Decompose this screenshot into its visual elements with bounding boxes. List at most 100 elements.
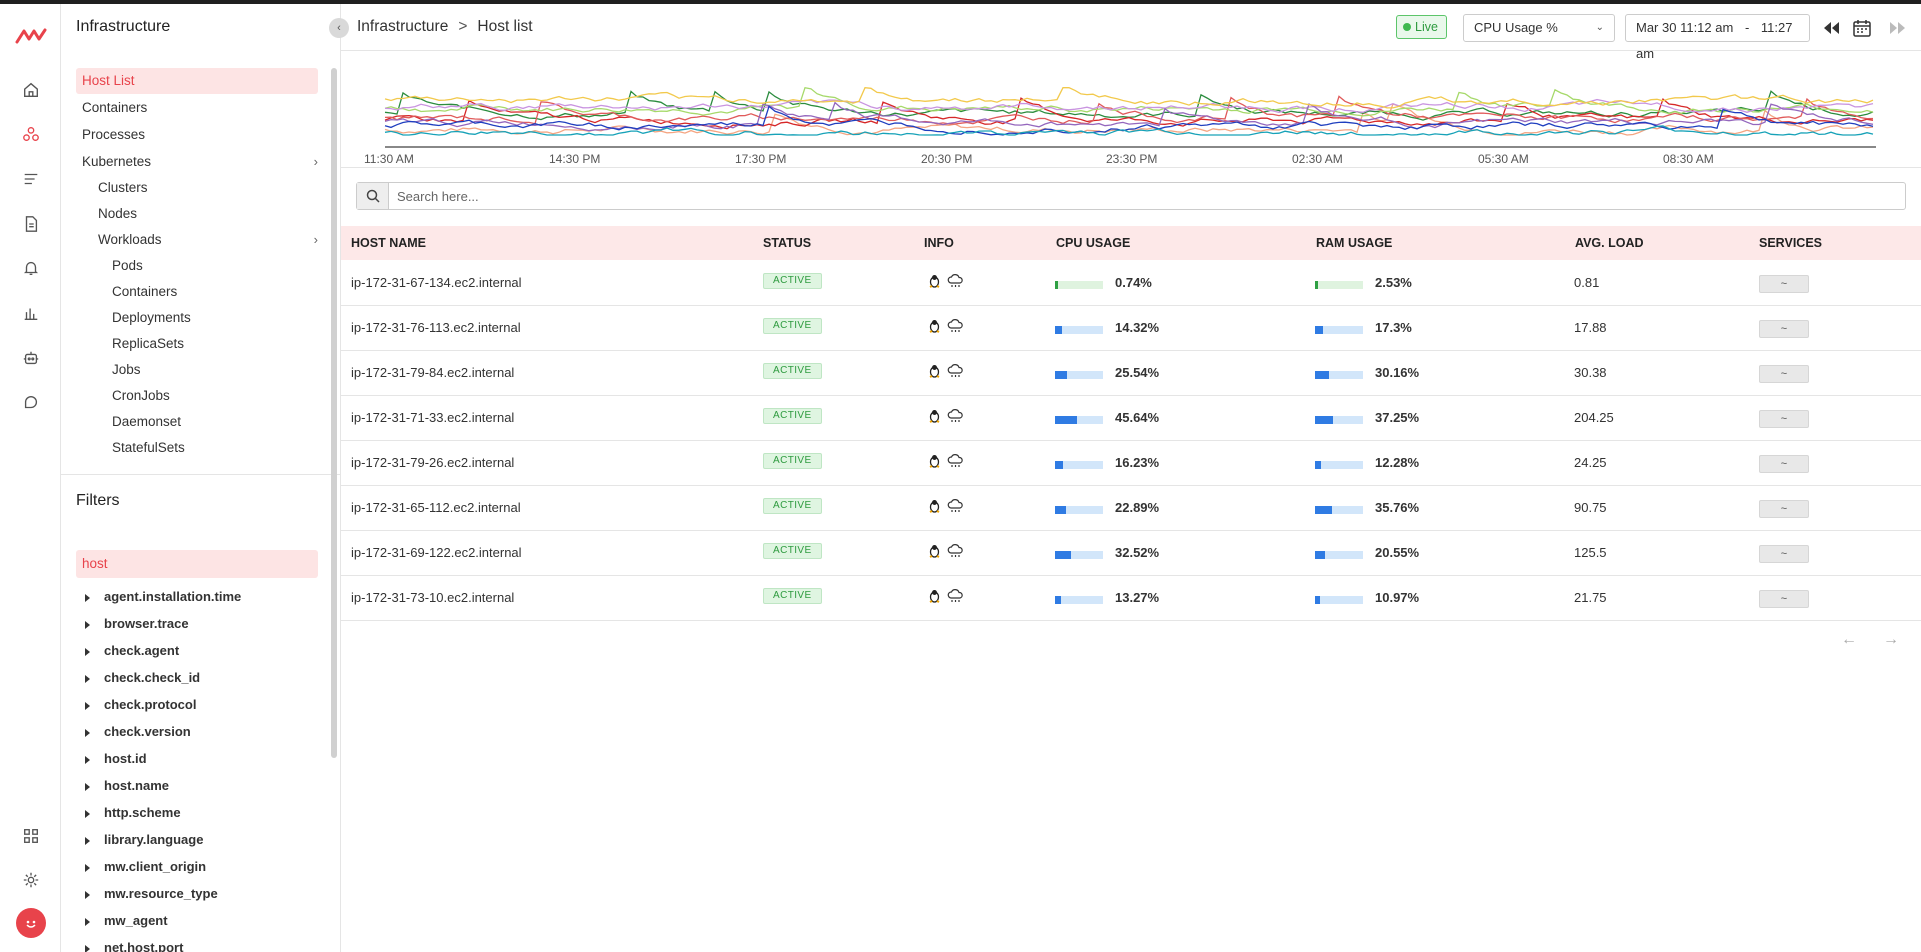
services-cell[interactable]: ~ [1759, 365, 1809, 383]
nav-item-containers[interactable]: Containers [82, 95, 147, 121]
host-name-cell[interactable]: ip-172-31-65-112.ec2.internal [351, 500, 521, 515]
logs-icon[interactable] [20, 168, 42, 190]
services-cell[interactable]: ~ [1759, 275, 1809, 293]
chevron-right-icon: › [313, 232, 318, 247]
nav-item-kubernetes[interactable]: Kubernetes › [82, 149, 318, 175]
column-cpu-usage[interactable]: CPU USAGE [1056, 236, 1130, 250]
nav-item-statefulsets[interactable]: StatefulSets [112, 435, 185, 461]
facet-item[interactable]: check.protocol [76, 695, 196, 715]
facet-item[interactable]: check.check_id [76, 668, 200, 688]
avatar-icon[interactable] [16, 908, 46, 938]
facet-item[interactable]: mw.resource_type [76, 884, 218, 904]
cpu-usage-value: 14.32% [1115, 320, 1160, 335]
column-status[interactable]: STATUS [763, 236, 811, 250]
host-name-cell[interactable]: ip-172-31-67-134.ec2.internal [351, 275, 522, 290]
facet-label: check.agent [104, 643, 180, 658]
time-range-picker[interactable]: Mar 30 11:12 am - 11:27 am [1625, 14, 1810, 61]
table-row[interactable]: ip-172-31-65-112.ec2.internal ACTIVE 22.89… [341, 486, 1921, 531]
column-info[interactable]: INFO [924, 236, 954, 250]
host-name-cell[interactable]: ip-172-31-69-122.ec2.internal [351, 545, 522, 560]
metric-select[interactable]: CPU Usage % ⌄ [1463, 14, 1615, 42]
services-cell[interactable]: ~ [1759, 500, 1809, 518]
nav-scrollbar[interactable] [331, 68, 337, 758]
nav-item-pods[interactable]: Pods [112, 253, 143, 279]
cpu-usage-bar [1055, 596, 1103, 604]
arrow-right-icon[interactable]: → [1883, 631, 1899, 649]
nav-item-label: Nodes [98, 206, 138, 221]
infrastructure-icon[interactable] [20, 123, 42, 145]
home-icon[interactable] [20, 79, 42, 101]
nav-item-jobs[interactable]: Jobs [112, 357, 141, 383]
support-icon[interactable] [20, 392, 42, 414]
middleware-logo-icon[interactable] [15, 26, 47, 46]
host-name-cell[interactable]: ip-172-31-71-33.ec2.internal [351, 410, 514, 425]
fast-forward-icon[interactable] [1886, 17, 1908, 39]
nav-item-workloads[interactable]: Workloads › [98, 227, 318, 253]
services-cell[interactable]: ~ [1759, 455, 1809, 473]
facet-item[interactable]: mw_agent [76, 911, 168, 931]
host-name-cell[interactable]: ip-172-31-79-84.ec2.internal [351, 365, 514, 380]
nav-item-host-list[interactable]: Host List [76, 68, 318, 94]
search-input[interactable] [397, 183, 1897, 209]
facet-item[interactable]: mw.client_origin [76, 857, 206, 877]
services-cell[interactable]: ~ [1759, 590, 1809, 608]
services-cell[interactable]: ~ [1759, 545, 1809, 563]
bar-chart-icon[interactable] [20, 302, 42, 324]
live-toggle[interactable]: Live [1396, 15, 1447, 39]
table-row[interactable]: ip-172-31-71-33.ec2.internal ACTIVE 45.64%… [341, 396, 1921, 441]
nav-item-cronjobs[interactable]: CronJobs [112, 383, 170, 409]
grid-icon[interactable] [20, 825, 42, 847]
nav-item-processes[interactable]: Processes [82, 122, 145, 148]
nav-item-deployments[interactable]: Deployments [112, 305, 191, 331]
x-tick-label: 20:30 PM [921, 152, 973, 166]
nav-item-clusters[interactable]: Clusters [98, 175, 148, 201]
column-host-name[interactable]: HOST NAME [351, 236, 426, 250]
nav-item-nodes[interactable]: Nodes [98, 201, 137, 227]
facet-item[interactable]: library.language [76, 830, 203, 850]
breadcrumb-root[interactable]: Infrastructure [357, 18, 448, 35]
services-cell[interactable]: ~ [1759, 410, 1809, 428]
facet-item[interactable]: check.version [76, 722, 191, 742]
host-name-cell[interactable]: ip-172-31-79-26.ec2.internal [351, 455, 514, 470]
nav-item-daemonset[interactable]: Daemonset [112, 409, 181, 435]
facet-item[interactable]: net.host.port [76, 938, 183, 952]
robot-icon[interactable] [20, 347, 42, 369]
ram-usage-bar [1315, 596, 1363, 604]
facet-label: host.name [104, 778, 170, 793]
rewind-icon[interactable] [1821, 17, 1843, 39]
document-icon[interactable] [20, 213, 42, 235]
table-row[interactable]: ip-172-31-79-26.ec2.internal ACTIVE 16.23%… [341, 441, 1921, 486]
facet-item[interactable]: host.name [76, 776, 169, 796]
facet-item[interactable]: agent.installation.time [76, 587, 241, 607]
collapse-sidebar-button[interactable]: ‹ [329, 18, 349, 38]
gear-icon[interactable] [20, 869, 42, 891]
info-cell [928, 499, 964, 516]
ram-usage-bar [1315, 506, 1363, 514]
nav-item-label: Containers [82, 100, 148, 115]
table-row[interactable]: ip-172-31-73-10.ec2.internal ACTIVE 13.27%… [341, 576, 1921, 621]
info-cell [928, 319, 964, 336]
table-row[interactable]: ip-172-31-76-113.ec2.internal ACTIVE 14.32… [341, 306, 1921, 351]
facet-item[interactable]: http.scheme [76, 803, 181, 823]
table-row[interactable]: ip-172-31-67-134.ec2.internal ACTIVE 0.74%… [341, 261, 1921, 306]
services-cell[interactable]: ~ [1759, 320, 1809, 338]
host-name-cell[interactable]: ip-172-31-76-113.ec2.internal [351, 320, 521, 335]
table-row[interactable]: ip-172-31-79-84.ec2.internal ACTIVE 25.54%… [341, 351, 1921, 396]
facet-item[interactable]: browser.trace [76, 614, 189, 634]
filter-input[interactable]: host [76, 550, 318, 578]
table-row[interactable]: ip-172-31-69-122.ec2.internal ACTIVE 32.52… [341, 531, 1921, 576]
nav-item-replicasets[interactable]: ReplicaSets [112, 331, 184, 357]
arrow-left-icon[interactable]: ← [1841, 631, 1857, 649]
host-name-cell[interactable]: ip-172-31-73-10.ec2.internal [351, 590, 514, 605]
facet-label: http.scheme [104, 805, 181, 820]
column-avg-load[interactable]: AVG. LOAD [1575, 236, 1644, 250]
calendar-icon[interactable] [1851, 17, 1873, 39]
column-services[interactable]: SERVICES [1759, 236, 1822, 250]
facet-item[interactable]: check.agent [76, 641, 179, 661]
nav-item-workload-containers[interactable]: Containers [112, 279, 177, 305]
bell-icon[interactable] [20, 257, 42, 279]
facet-item[interactable]: host.id [76, 749, 147, 769]
linux-icon [928, 274, 941, 291]
column-ram-usage[interactable]: RAM USAGE [1316, 236, 1392, 250]
chevron-left-icon: ‹ [337, 22, 341, 34]
